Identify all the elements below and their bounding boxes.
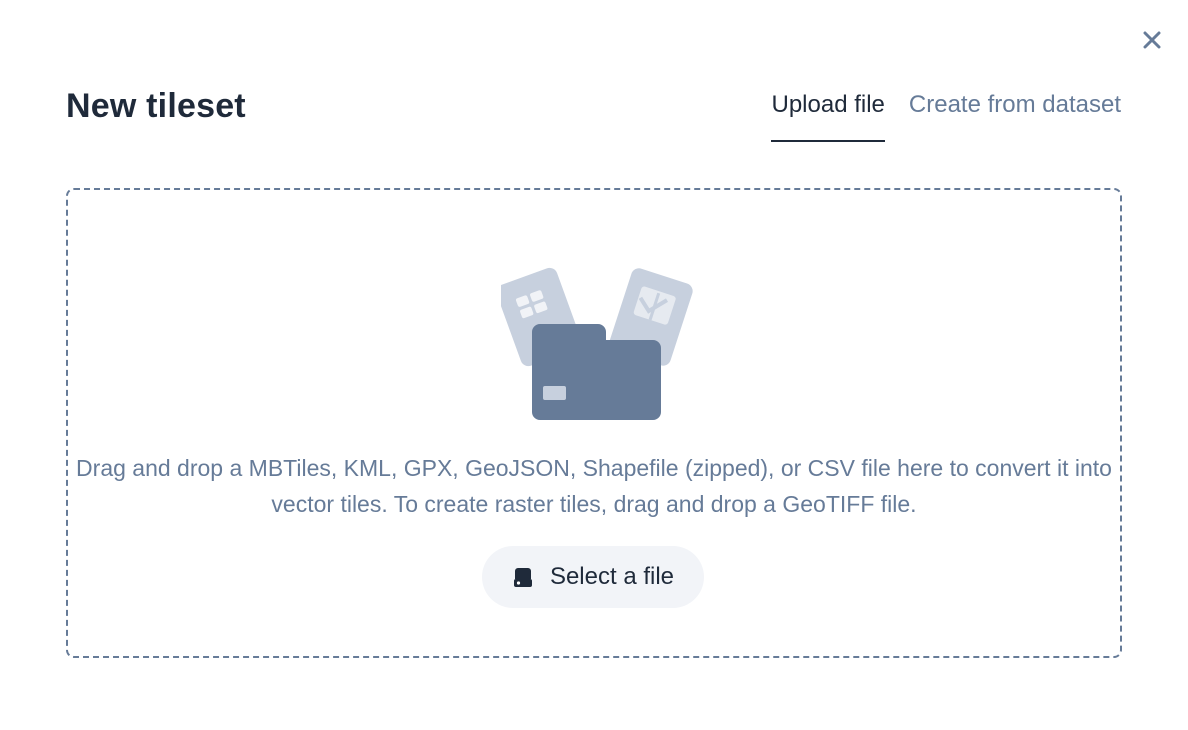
tab-create-from-dataset[interactable]: Create from dataset — [909, 86, 1121, 142]
file-dropzone[interactable]: Drag and drop a MBTiles, KML, GPX, GeoJS… — [66, 188, 1122, 658]
dialog-title: New tileset — [66, 87, 246, 125]
tab-upload-file[interactable]: Upload file — [771, 86, 885, 142]
select-file-button[interactable]: Select a file — [482, 546, 704, 608]
tab-bar: Upload file Create from dataset — [771, 86, 1121, 142]
hard-drive-icon — [512, 566, 534, 588]
dropzone-description: Drag and drop a MBTiles, KML, GPX, GeoJS… — [76, 455, 1112, 517]
close-button[interactable] — [1140, 28, 1164, 52]
close-icon — [1142, 30, 1162, 50]
select-file-label: Select a file — [549, 563, 675, 590]
new-tileset-dialog: New tileset Upload file Create from data… — [0, 0, 1188, 730]
folder-with-files-icon — [496, 262, 701, 422]
